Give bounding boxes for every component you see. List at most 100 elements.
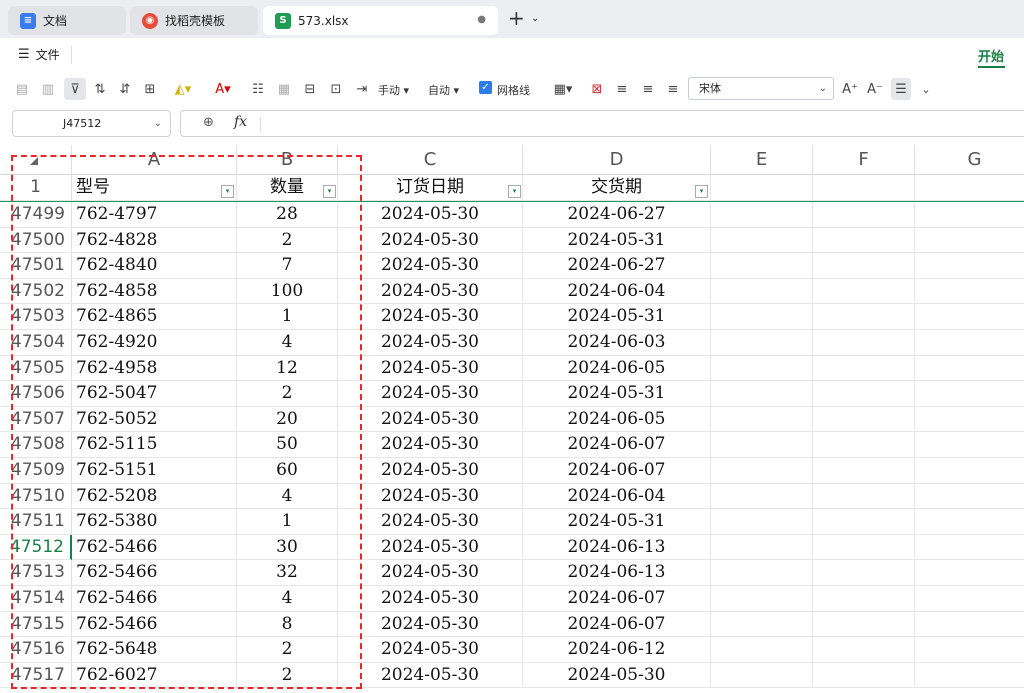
cell-delivery-date[interactable]: 2024-05-31: [523, 509, 711, 535]
row-header[interactable]: 47499: [0, 202, 72, 228]
tab-spreadsheet[interactable]: S 573.xlsx ●: [263, 6, 498, 35]
cell[interactable]: [813, 253, 915, 279]
cell-order-date[interactable]: 2024-05-30: [338, 432, 523, 458]
cell[interactable]: [915, 535, 1024, 561]
merge-icon[interactable]: ▦: [274, 78, 294, 100]
cell-model[interactable]: 762-5380: [72, 509, 237, 535]
cell-quantity[interactable]: 4: [237, 330, 338, 356]
cell-order-date[interactable]: 2024-05-30: [338, 509, 523, 535]
row-header[interactable]: 47514: [0, 586, 72, 612]
cell[interactable]: [813, 509, 915, 535]
cell-order-date[interactable]: 2024-05-30: [338, 330, 523, 356]
fill-color-icon[interactable]: ◭▾: [168, 78, 198, 100]
row-header[interactable]: 47512: [0, 534, 72, 561]
cell[interactable]: [915, 356, 1024, 382]
gridlines-checkbox[interactable]: ✓: [479, 81, 492, 94]
cell-model[interactable]: 762-4840: [72, 253, 237, 279]
cell-order-date[interactable]: 2024-05-30: [338, 202, 523, 228]
cell-model[interactable]: 762-5115: [72, 432, 237, 458]
cell[interactable]: [813, 432, 915, 458]
filter-icon[interactable]: ⊽: [64, 78, 86, 100]
cell[interactable]: [915, 175, 1024, 201]
row-header[interactable]: 47511: [0, 509, 72, 535]
conditional-format-icon[interactable]: ▦▾: [548, 78, 578, 100]
cell-delivery-date[interactable]: 2024-06-07: [523, 458, 711, 484]
cell[interactable]: [813, 637, 915, 663]
cell-delivery-date[interactable]: 2024-06-04: [523, 278, 711, 305]
cell[interactable]: [915, 432, 1024, 458]
row-header[interactable]: 47510: [0, 483, 72, 510]
row-header[interactable]: 47500: [0, 227, 72, 254]
cell-order-date[interactable]: 2024-05-30: [338, 381, 523, 407]
cell[interactable]: [711, 662, 813, 689]
cell[interactable]: [711, 560, 813, 586]
filter-dropdown-icon[interactable]: ▾: [323, 185, 336, 198]
cell-order-date[interactable]: 2024-05-30: [338, 304, 523, 330]
row-header[interactable]: 1: [0, 175, 72, 201]
cell[interactable]: [915, 330, 1024, 356]
cell[interactable]: [813, 483, 915, 510]
cell-model[interactable]: 762-4958: [72, 355, 237, 382]
cell[interactable]: [915, 381, 1024, 407]
cell[interactable]: [915, 228, 1024, 254]
cell-order-date[interactable]: 2024-05-30: [338, 637, 523, 663]
cell-delivery-date[interactable]: 2024-05-31: [523, 381, 711, 407]
row-header[interactable]: 47504: [0, 330, 72, 356]
cell[interactable]: [813, 278, 915, 305]
cell[interactable]: [711, 432, 813, 458]
cell-delivery-date[interactable]: 2024-06-12: [523, 637, 711, 663]
vertical-align-icon[interactable]: ☰: [891, 78, 911, 100]
cell-model[interactable]: 762-5466: [72, 534, 237, 561]
cell-model[interactable]: 762-5208: [72, 483, 237, 510]
cell-quantity[interactable]: 32: [237, 560, 338, 586]
insert-icon[interactable]: ⇥: [352, 78, 372, 100]
auto-button[interactable]: 自动 ▾: [428, 82, 459, 98]
manual-button[interactable]: 手动 ▾: [378, 82, 409, 98]
cell[interactable]: [711, 355, 813, 382]
align-center-icon[interactable]: ≡: [639, 78, 657, 100]
cell-delivery-date[interactable]: 2024-06-13: [523, 534, 711, 561]
format-painter-icon[interactable]: ▥: [38, 78, 58, 100]
cell[interactable]: [711, 586, 813, 612]
cell[interactable]: [711, 458, 813, 484]
row-header[interactable]: 47509: [0, 458, 72, 484]
cell-model[interactable]: 762-5052: [72, 406, 237, 433]
row-header[interactable]: 47508: [0, 432, 72, 458]
cell[interactable]: [915, 253, 1024, 279]
cell[interactable]: [813, 458, 915, 484]
column-header-b[interactable]: B: [237, 145, 338, 175]
chevron-down-icon[interactable]: ⌄: [918, 78, 934, 100]
cell[interactable]: [813, 202, 915, 228]
cell[interactable]: [711, 509, 813, 535]
header-cell-model[interactable]: 型号: [72, 175, 237, 201]
cell-model[interactable]: 762-5151: [72, 458, 237, 484]
row-header[interactable]: 47501: [0, 253, 72, 279]
cell-order-date[interactable]: 2024-05-30: [338, 227, 523, 254]
cell-quantity[interactable]: 7: [237, 253, 338, 279]
cell[interactable]: [813, 330, 915, 356]
tab-start[interactable]: 开始: [978, 46, 1004, 65]
cell-delivery-date[interactable]: 2024-06-07: [523, 432, 711, 458]
cell[interactable]: [915, 202, 1024, 228]
cell[interactable]: [711, 534, 813, 561]
select-all-corner[interactable]: [0, 145, 72, 175]
cell-order-date[interactable]: 2024-05-30: [338, 611, 523, 638]
zoom-icon[interactable]: ⊕: [203, 115, 214, 130]
cell-order-date[interactable]: 2024-05-30: [338, 278, 523, 305]
cell-quantity[interactable]: 60: [237, 458, 338, 484]
cell-model[interactable]: 762-5466: [72, 611, 237, 638]
cell[interactable]: [813, 355, 915, 382]
cell[interactable]: [711, 330, 813, 356]
cell[interactable]: [711, 637, 813, 663]
cell[interactable]: [813, 662, 915, 689]
cell-quantity[interactable]: 12: [237, 355, 338, 382]
cell-delivery-date[interactable]: 2024-06-27: [523, 202, 711, 228]
header-cell-delivery-date[interactable]: 交货期: [523, 175, 711, 201]
tab-docer[interactable]: ◉ 找稻壳模板: [130, 6, 258, 35]
cell[interactable]: [813, 611, 915, 638]
cell[interactable]: [915, 458, 1024, 484]
cell[interactable]: [813, 227, 915, 254]
cell[interactable]: [915, 663, 1024, 689]
cell-quantity[interactable]: 2: [237, 381, 338, 407]
row-header[interactable]: 47503: [0, 304, 72, 330]
